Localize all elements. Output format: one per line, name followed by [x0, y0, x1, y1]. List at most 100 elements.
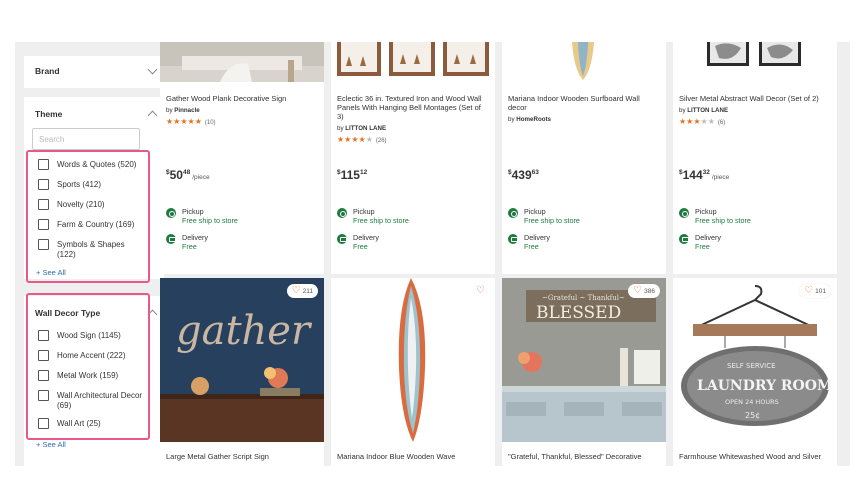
blessed-big-text: BLESSED — [536, 303, 621, 323]
wall-decor-type-option[interactable]: Wall Art (25) — [38, 418, 158, 429]
truck-icon — [679, 234, 689, 244]
theme-filter-header[interactable]: Theme — [24, 99, 164, 129]
rating-stars[interactable]: ★★★★★ (10) — [166, 117, 216, 126]
product-title[interactable]: "Grateful, Thankful, Blessed" Decorative — [508, 452, 666, 461]
product-card[interactable]: ♡ Mariana Indoor Blue Wooden Wave — [331, 278, 495, 466]
pickup-icon — [679, 208, 689, 218]
theme-option[interactable]: Novelty (210) — [38, 199, 158, 210]
theme-see-all-link[interactable]: + See All — [36, 268, 66, 277]
checkbox[interactable] — [38, 199, 49, 210]
brand-name[interactable]: Pinnacle — [174, 107, 199, 114]
checkbox[interactable] — [38, 350, 49, 361]
pickup-title: Pickup — [353, 207, 375, 216]
product-image[interactable]: SELF SERVICE LAUNDRY ROOM OPEN 24 HOURS … — [673, 278, 837, 442]
truck-icon — [508, 234, 518, 244]
favorite-count: 211 — [302, 287, 313, 295]
checkbox[interactable] — [38, 179, 49, 190]
brand-name[interactable]: LITTON LANE — [345, 125, 386, 132]
product-card[interactable]: SELF SERVICE LAUNDRY ROOM OPEN 24 HOURS … — [673, 278, 837, 466]
product-title[interactable]: Silver Metal Abstract Wall Decor (Set of… — [679, 94, 831, 103]
checkbox[interactable] — [38, 219, 49, 230]
product-title[interactable]: Mariana Indoor Wooden Surfboard Wall dec… — [508, 94, 660, 112]
product-title[interactable]: Mariana Indoor Blue Wooden Wave — [337, 452, 495, 461]
rating-stars[interactable]: ★★★★★ (6) — [679, 117, 725, 126]
pickup-option: Pickup Free ship to store — [337, 207, 409, 225]
favorite-button[interactable]: ♡ 101 — [799, 284, 831, 298]
favorite-count: 101 — [815, 287, 826, 295]
product-brand: by LITTON LANE — [679, 107, 728, 114]
laundry-sub-text: OPEN 24 HOURS — [725, 398, 779, 406]
wall-decor-type-option[interactable]: Metal Work (159) — [38, 370, 158, 381]
heart-icon: ♡ — [633, 285, 643, 296]
wall-decor-type-option[interactable]: Home Accent (222) — [38, 350, 158, 361]
search-results-area: Brand Theme Words & Quotes (520) Sports … — [15, 42, 850, 466]
product-card[interactable]: Eclectic 36 in. Textured Iron and Wood W… — [331, 42, 495, 274]
brand-filter-panel: Brand — [24, 56, 164, 88]
theme-option-label: Novelty (210) — [57, 200, 105, 209]
checkbox[interactable] — [38, 390, 49, 401]
theme-option[interactable]: Farm & Country (169) — [38, 219, 158, 230]
delivery-option: Delivery Free — [166, 233, 208, 251]
favorite-button[interactable]: ♡ 211 — [286, 284, 318, 298]
product-card[interactable]: Silver Metal Abstract Wall Decor (Set of… — [673, 42, 837, 274]
wall-decor-type-option-label: Wall Art (25) — [57, 419, 101, 428]
wall-decor-type-option-label: Wood Sign (1145) — [57, 331, 121, 340]
product-brand: by HomeRoots — [508, 116, 551, 123]
brand-name[interactable]: HomeRoots — [516, 116, 551, 123]
product-image[interactable]: ~Grateful ~ Thankful~ BLESSED — [502, 278, 666, 442]
brand-filter-header[interactable]: Brand — [24, 56, 164, 86]
theme-option[interactable]: Words & Quotes (520) — [38, 159, 158, 170]
chevron-up-icon[interactable] — [147, 110, 158, 121]
chevron-up-icon[interactable] — [147, 309, 158, 320]
checkbox[interactable] — [38, 159, 49, 170]
theme-option[interactable]: Sports (412) — [38, 179, 158, 190]
theme-search-box — [32, 128, 140, 150]
heart-icon: ♡ — [804, 285, 814, 296]
product-title[interactable]: Gather Wood Plank Decorative Sign — [166, 94, 318, 103]
chevron-down-icon[interactable] — [147, 64, 158, 74]
product-card[interactable]: ~Grateful ~ Thankful~ BLESSED ♡ 386 "Gra… — [502, 278, 666, 466]
product-card[interactable]: Gather Wood Plank Decorative Sign by Pin… — [160, 42, 324, 274]
theme-option-label: Words & Quotes (520) — [57, 160, 137, 169]
product-price: $11512 — [337, 168, 368, 182]
product-image[interactable] — [673, 42, 837, 82]
product-image[interactable] — [160, 42, 324, 82]
theme-search-input[interactable] — [33, 129, 139, 150]
price-dollars: 144 — [682, 168, 703, 182]
blessed-small-text: ~Grateful ~ Thankful~ — [542, 294, 625, 302]
delivery-option: Delivery Free — [679, 233, 721, 251]
product-title[interactable]: Eclectic 36 in. Textured Iron and Wood W… — [337, 94, 489, 121]
delivery-subtitle: Free — [353, 242, 368, 251]
pickup-title: Pickup — [182, 207, 204, 216]
product-image[interactable] — [331, 42, 495, 82]
checkbox[interactable] — [38, 330, 49, 341]
product-card[interactable]: gather ♡ 211 Large Metal Gather Script S… — [160, 278, 324, 466]
wall-decor-type-option[interactable]: Wood Sign (1145) — [38, 330, 158, 341]
wall-decor-type-see-all-link[interactable]: + See All — [36, 440, 66, 449]
product-image[interactable] — [502, 42, 666, 82]
laundry-main-text: LAUNDRY ROOM — [697, 378, 832, 394]
theme-option[interactable]: Symbols & Shapes (122) — [38, 239, 138, 260]
brand-prefix: by — [166, 107, 173, 114]
rating-stars[interactable]: ★★★★★ (26) — [337, 135, 387, 144]
product-card[interactable]: Mariana Indoor Wooden Surfboard Wall dec… — [502, 42, 666, 274]
review-count: (6) — [717, 120, 726, 126]
product-title[interactable]: Farmhouse Whitewashed Wood and Silver — [679, 452, 837, 461]
product-image[interactable] — [331, 278, 495, 442]
checkbox[interactable] — [38, 418, 49, 429]
brand-name[interactable]: LITTON LANE — [687, 107, 728, 114]
product-title[interactable]: Large Metal Gather Script Sign — [166, 452, 324, 461]
favorite-button[interactable]: ♡ — [476, 284, 487, 298]
product-image[interactable]: gather — [160, 278, 324, 442]
product-price: $14432/piece — [679, 168, 730, 182]
price-cents: 48 — [182, 169, 191, 176]
wall-decor-type-filter-header[interactable]: Wall Decor Type — [24, 298, 164, 328]
favorite-button[interactable]: ♡ 386 — [628, 284, 660, 298]
pickup-subtitle: Free ship to store — [695, 216, 751, 225]
checkbox[interactable] — [38, 370, 49, 381]
pickup-option: Pickup Free ship to store — [679, 207, 751, 225]
wall-decor-type-option-label: Home Accent (222) — [57, 351, 126, 360]
wall-decor-type-option[interactable]: Wall Architectural Decor (69) — [38, 390, 156, 411]
checkbox[interactable] — [38, 239, 49, 250]
truck-icon — [166, 234, 176, 244]
